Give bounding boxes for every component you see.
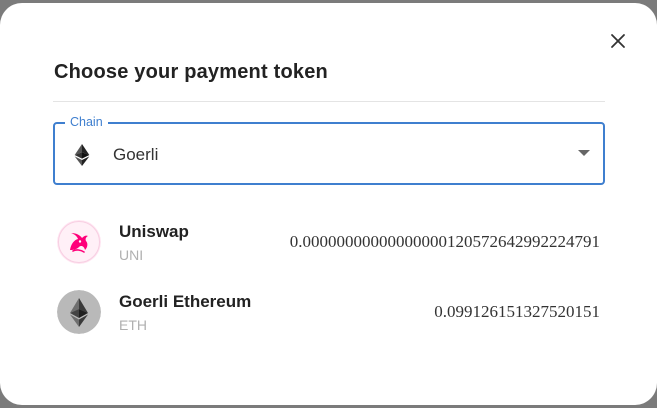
close-icon — [610, 33, 626, 54]
token-balance: 0.099126151327520151 — [434, 302, 600, 321]
token-name: Uniswap — [119, 222, 189, 241]
token-symbol: ETH — [119, 317, 147, 333]
token-row-uniswap[interactable]: Uniswap UNI 0.00000000000000000120572642… — [53, 215, 605, 271]
payment-token-dialog: Choose your payment token Chain Goerli U… — [0, 3, 657, 405]
token-row-goerli-ethereum[interactable]: Goerli Ethereum ETH 0.099126151327520151 — [53, 285, 605, 341]
chain-value: Goerli — [113, 145, 159, 164]
uniswap-icon — [57, 220, 101, 264]
close-button[interactable] — [604, 29, 632, 57]
ethereum-icon — [57, 290, 101, 334]
token-name: Goerli Ethereum — [119, 292, 252, 311]
dialog-title: Choose your payment token — [54, 61, 328, 83]
chain-select[interactable]: Chain Goerli — [53, 113, 605, 185]
token-symbol: UNI — [119, 247, 144, 263]
chain-label: Chain — [65, 113, 108, 131]
token-balance: 0.00000000000000000120572642992224791 — [289, 232, 600, 251]
divider — [53, 101, 605, 102]
chevron-down-icon — [578, 150, 590, 156]
ethereum-icon — [74, 144, 90, 166]
